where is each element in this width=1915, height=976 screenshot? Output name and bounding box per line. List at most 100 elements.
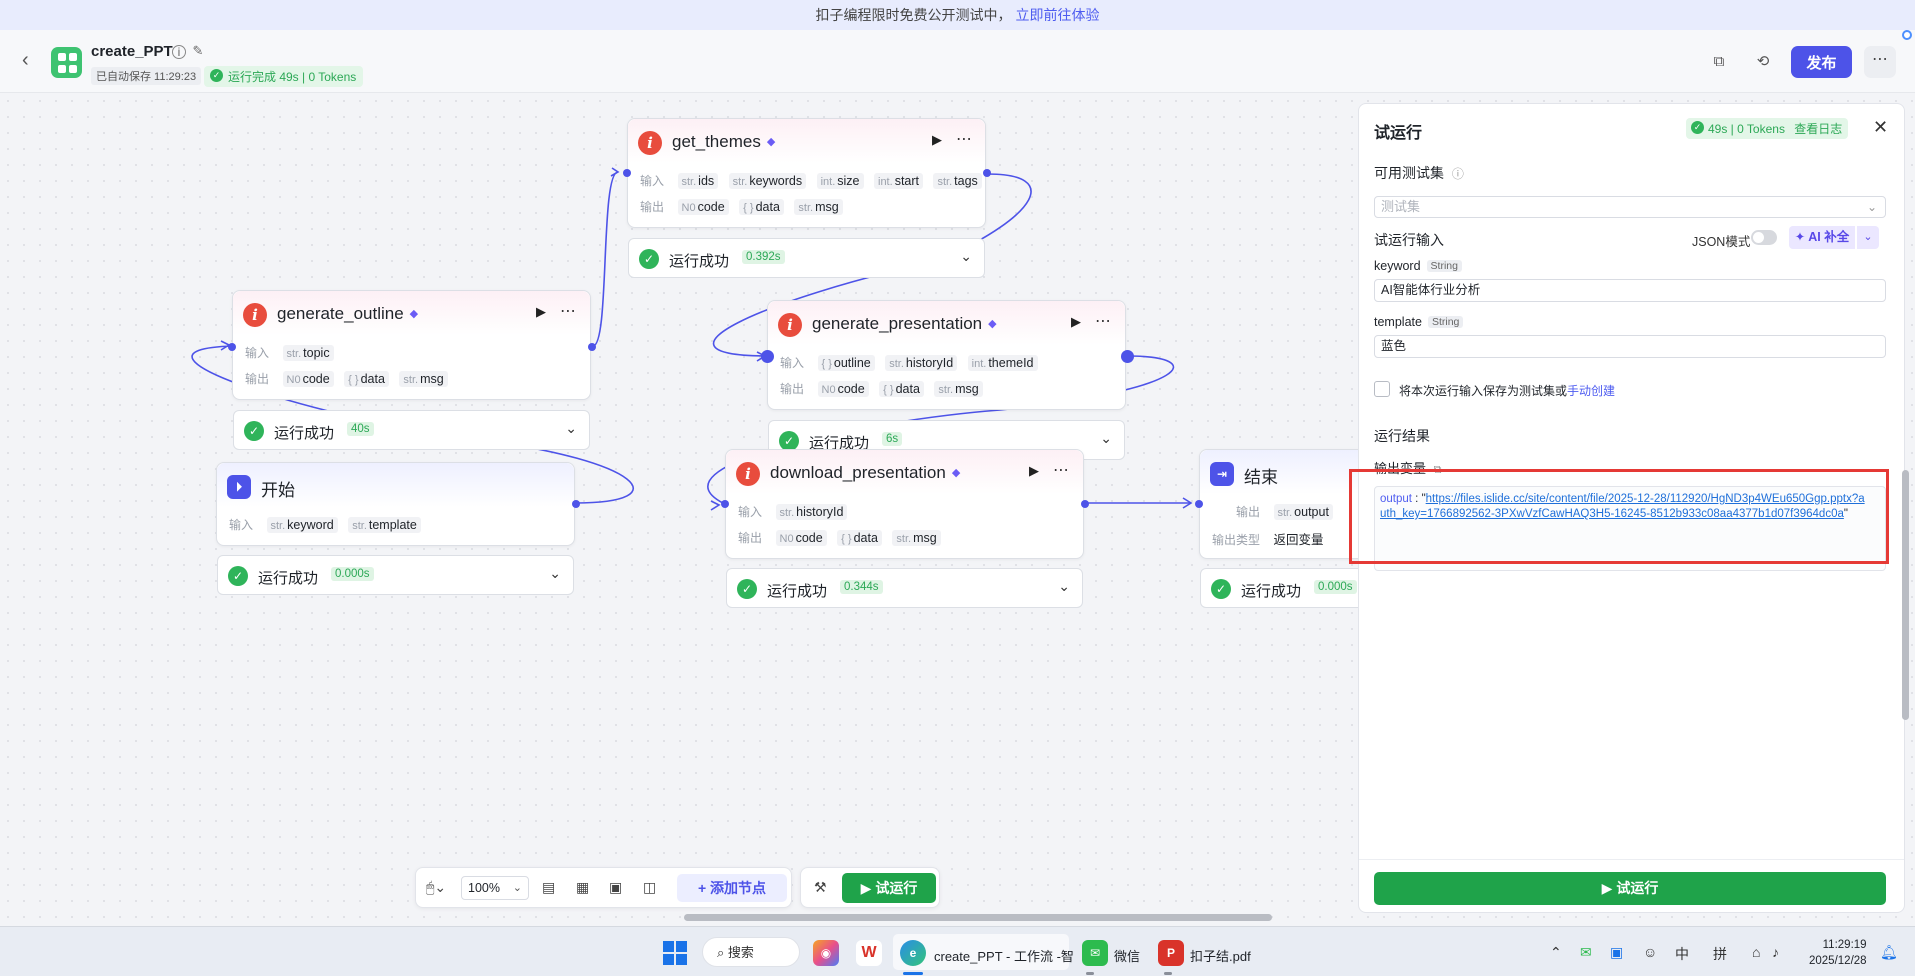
copy-icon[interactable]: ⧉ xyxy=(1708,51,1730,73)
node-generate-presentation[interactable]: i generate_presentation ◆ ▶ ⋯ 输入 { } outli… xyxy=(761,300,1134,410)
input-port[interactable] xyxy=(721,500,729,508)
more-options-button[interactable]: ⋯ xyxy=(1864,46,1896,78)
info-icon[interactable]: ⓘ xyxy=(1452,167,1464,181)
more-icon[interactable]: ⋯ xyxy=(1053,460,1070,480)
play-icon[interactable]: ▶ xyxy=(932,132,942,148)
template-input[interactable]: 蓝色 xyxy=(1374,335,1886,358)
node-inputs: 输入 str. topic xyxy=(245,344,341,361)
test-set-select[interactable]: 测试集 ⌄ xyxy=(1374,196,1886,218)
minimap-icon[interactable]: ◫ xyxy=(643,879,656,896)
node-outputs: 输出 N0 code { } data str. msg xyxy=(640,198,850,215)
more-icon[interactable]: ⋯ xyxy=(560,301,577,321)
ai-fill-button[interactable]: ✦ AI 补全 xyxy=(1789,226,1855,249)
info-icon[interactable]: i xyxy=(172,45,186,59)
user-tray-icon[interactable]: ☺ xyxy=(1643,944,1657,960)
history-icon[interactable]: ⟲ xyxy=(1752,51,1774,73)
ime-pinyin-label[interactable]: 拼 xyxy=(1713,944,1727,964)
back-arrow-icon[interactable]: ‹ xyxy=(22,50,42,70)
node-download-presentation[interactable]: i download_presentation ◆ ▶ ⋯ 输入 str. hist… xyxy=(721,449,1089,559)
json-mode-toggle[interactable] xyxy=(1751,230,1777,245)
layout-icon[interactable]: ▦ xyxy=(576,879,589,896)
input-port[interactable] xyxy=(623,169,631,177)
copy-icon[interactable]: ⧉ xyxy=(1434,464,1442,476)
param-pill: N0 code xyxy=(677,199,729,215)
pdf-icon[interactable]: P xyxy=(1158,940,1184,966)
ime-mode-label[interactable]: 中 xyxy=(1675,944,1689,964)
output-port[interactable] xyxy=(588,343,596,351)
mouse-mode-icon[interactable]: 🖱︎⌄ xyxy=(426,879,446,896)
output-port[interactable] xyxy=(1081,500,1089,508)
field-type: String xyxy=(1426,260,1462,272)
output-port[interactable] xyxy=(983,169,991,177)
param-pill: { } data xyxy=(739,199,784,215)
app-logo xyxy=(51,47,82,78)
chevron-down-icon[interactable]: ⌄ xyxy=(549,565,561,582)
output-url-link[interactable]: https://files.islide.cc/site/content/fil… xyxy=(1380,493,1865,520)
run-button[interactable]: ▶ 试运行 xyxy=(1374,872,1886,905)
more-icon[interactable]: ⋯ xyxy=(956,129,973,149)
autosave-status: 已自动保存 11:29:23 xyxy=(91,67,202,85)
image-icon[interactable]: ▣ xyxy=(609,879,622,896)
node-run-status[interactable]: ✓ 运行成功 0.000s ⌄ xyxy=(217,555,574,595)
taskbar-search[interactable]: ⌕ 搜索 xyxy=(702,937,800,967)
wechat-tray-icon[interactable]: ✉ xyxy=(1580,944,1592,961)
node-run-status[interactable]: ✓ 运行成功 0.344s ⌄ xyxy=(726,568,1083,608)
play-icon[interactable]: ▶ xyxy=(1071,314,1081,330)
pdf-window-title[interactable]: 扣子结.pdf xyxy=(1190,946,1251,965)
node-generate-outline[interactable]: i generate_outline ◆ ▶ ⋯ 输入 str. topic 输出 … xyxy=(228,290,596,400)
run-time: 0.000s xyxy=(1314,580,1357,594)
check-icon: ✓ xyxy=(1691,121,1704,134)
keyword-input[interactable]: AI智能体行业分析 xyxy=(1374,279,1886,302)
chevron-down-icon[interactable]: ⌄ xyxy=(1857,226,1879,249)
trial-run-button[interactable]: ▶ 试运行 xyxy=(842,873,936,903)
input-port[interactable] xyxy=(228,343,236,351)
input-port[interactable] xyxy=(1195,500,1203,508)
more-icon[interactable]: ⋯ xyxy=(1095,311,1112,331)
node-title: download_presentation xyxy=(770,463,946,482)
wps-icon[interactable]: W xyxy=(856,940,882,966)
manual-create-link[interactable]: 手动创建 xyxy=(1567,384,1615,398)
close-icon[interactable]: ✕ xyxy=(1873,117,1888,138)
wechat-icon[interactable]: ✉ xyxy=(1082,940,1108,966)
wechat-label[interactable]: 微信 xyxy=(1114,946,1140,965)
chevron-down-icon[interactable]: ⌄ xyxy=(960,248,972,265)
notification-bell-icon[interactable]: 🔔︎ xyxy=(1880,944,1898,961)
play-icon[interactable]: ▶ xyxy=(536,304,546,320)
wrench-icon[interactable]: ⚒ xyxy=(814,879,827,896)
param-pill: N0 code xyxy=(817,381,869,397)
edge-browser-icon[interactable]: e xyxy=(900,940,926,966)
chevron-down-icon[interactable]: ⌄ xyxy=(565,420,577,437)
comment-icon[interactable]: ▤ xyxy=(542,879,555,896)
node-run-status[interactable]: ✓ 运行成功 40s ⌄ xyxy=(233,410,590,450)
publish-button[interactable]: 发布 xyxy=(1791,46,1852,78)
speaker-icon[interactable]: ♪ xyxy=(1772,944,1779,960)
chevron-down-icon[interactable]: ⌄ xyxy=(1058,578,1070,595)
save-testset-label: 将本次运行输入保存为测试集或 xyxy=(1399,384,1568,398)
app-tray-icon[interactable]: ▣ xyxy=(1610,944,1623,961)
output-port[interactable] xyxy=(1121,350,1134,363)
network-icon[interactable]: ⌂ xyxy=(1752,944,1760,960)
banner-text: 扣子编程限时免费公开测试中， xyxy=(815,7,1012,23)
chevron-down-icon[interactable]: ⌄ xyxy=(1100,430,1112,447)
view-log-link[interactable]: 查看日志 xyxy=(1794,122,1842,136)
param-pill: str. template xyxy=(348,517,421,533)
output-result-box: output : "https://files.islide.cc/site/c… xyxy=(1374,486,1886,571)
edit-icon[interactable]: ✎ xyxy=(191,44,205,59)
system-clock[interactable]: 11:29:19 2025/12/28 xyxy=(1809,937,1867,969)
horizontal-scrollbar[interactable] xyxy=(684,914,1272,921)
banner-link[interactable]: 立即前往体验 xyxy=(1016,5,1100,25)
edge-window-title[interactable]: create_PPT - 工作流 -智 xyxy=(934,946,1074,965)
vertical-scrollbar[interactable] xyxy=(1902,470,1909,720)
zoom-select[interactable]: 100% ⌄ xyxy=(461,876,529,900)
windows-start-icon[interactable] xyxy=(663,941,687,965)
add-node-button[interactable]: + 添加节点 xyxy=(677,874,787,902)
chevron-up-icon[interactable]: ⌃ xyxy=(1550,944,1562,961)
node-run-status[interactable]: ✓ 运行成功 0.392s ⌄ xyxy=(628,238,985,278)
copilot-icon[interactable]: ◉ xyxy=(813,940,839,966)
input-port[interactable] xyxy=(761,350,774,363)
save-testset-checkbox[interactable] xyxy=(1374,381,1390,397)
node-get-themes[interactable]: i get_themes ◆ ▶ ⋯ 输入 str. ids str. keyword… xyxy=(623,118,991,228)
node-start[interactable]: ⏵ 开始 输入 str. keyword str. template xyxy=(216,462,580,546)
output-port[interactable] xyxy=(572,500,580,508)
play-icon[interactable]: ▶ xyxy=(1029,463,1039,479)
